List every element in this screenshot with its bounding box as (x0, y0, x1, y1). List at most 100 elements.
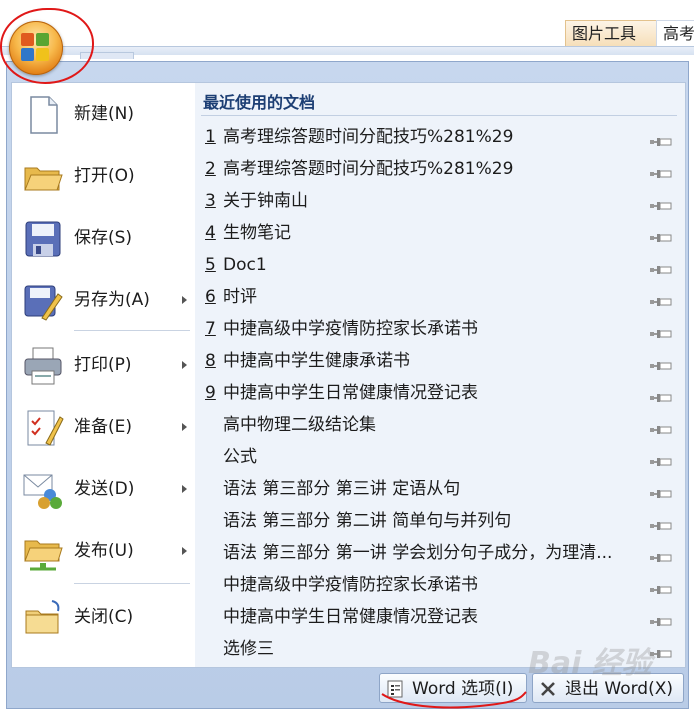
new-document-icon (22, 94, 64, 136)
document-name: 关于钟南山 (223, 191, 308, 211)
pin-icon[interactable] (649, 132, 673, 146)
recent-document-item[interactable]: 5 Doc1 (195, 249, 685, 281)
pin-icon[interactable] (649, 580, 673, 594)
command-open-folder[interactable]: 打开(O) (12, 147, 195, 205)
office-menu: 新建(N) 打开(O) 保存(S) 另存为(A) 打印(P) 准备(E) 发送(D) 发布(U… (6, 61, 689, 709)
separator (74, 583, 190, 584)
send-icon (22, 469, 64, 511)
recent-document-item[interactable]: 9 中捷高中学生日常健康情况登记表 (195, 377, 685, 409)
recent-document-item[interactable]: 中捷高级中学疫情防控家长承诺书 (195, 569, 685, 601)
document-name: 中捷高级中学疫情防控家长承诺书 (223, 575, 478, 595)
document-number: 3 (205, 191, 216, 211)
recent-document-item[interactable]: 高中物理二级结论集 (195, 409, 685, 441)
pin-icon[interactable] (649, 420, 673, 434)
document-number: 8 (205, 351, 216, 371)
recent-document-item[interactable]: 语法 第三部分 第一讲 学会划分句子成分，为理清... (195, 537, 685, 569)
pin-icon[interactable] (649, 324, 673, 338)
command-label: 保存(S) (74, 228, 133, 248)
recent-document-item[interactable]: 公式 (195, 441, 685, 473)
command-label: 打印(P) (74, 355, 132, 375)
recent-document-item[interactable]: 4 生物笔记 (195, 217, 685, 249)
command-new-document[interactable]: 新建(N) (12, 85, 195, 143)
command-label: 关闭(C) (74, 607, 134, 627)
document-number: 6 (205, 287, 216, 307)
command-label: 打开(O) (74, 166, 135, 186)
open-folder-icon (22, 156, 64, 198)
pin-icon[interactable] (649, 612, 673, 626)
submenu-arrow-icon (182, 485, 187, 493)
document-name: Doc1 (223, 255, 267, 275)
document-name: 高中物理二级结论集 (223, 415, 376, 435)
command-save-as[interactable]: 另存为(A) (12, 271, 195, 329)
command-close-folder[interactable]: 关闭(C) (12, 588, 195, 646)
pin-icon[interactable] (649, 452, 673, 466)
prepare-check-icon (22, 407, 64, 449)
recent-document-item[interactable]: 1 高考理综答题时间分配技巧%281%29 (195, 121, 685, 153)
recent-document-item[interactable]: 6 时评 (195, 281, 685, 313)
command-label: 发送(D) (74, 479, 135, 499)
printer-icon (22, 345, 64, 387)
command-label: 发布(U) (74, 541, 134, 561)
pin-icon[interactable] (649, 548, 673, 562)
recent-document-item[interactable]: 语法 第三部分 第二讲 简单句与并列句 (195, 505, 685, 537)
close-folder-icon (22, 597, 64, 639)
document-name: 高考理综答题时间分配技巧%281%29 (223, 127, 514, 147)
command-save-disk[interactable]: 保存(S) (12, 209, 195, 267)
pin-icon[interactable] (649, 356, 673, 370)
submenu-arrow-icon (182, 296, 187, 304)
divider (201, 115, 677, 116)
document-number: 7 (205, 319, 216, 339)
submenu-arrow-icon (182, 423, 187, 431)
document-number: 5 (205, 255, 216, 275)
command-send[interactable]: 发送(D) (12, 460, 195, 518)
pin-icon[interactable] (649, 228, 673, 242)
pin-icon[interactable] (649, 260, 673, 274)
recent-documents-pane: 最近使用的文档 1 高考理综答题时间分配技巧%281%29 2 高考理综答题时间分配技… (195, 82, 686, 668)
recent-document-item[interactable]: 2 高考理综答题时间分配技巧%281%29 (195, 153, 685, 185)
pin-icon[interactable] (649, 516, 673, 530)
pin-icon[interactable] (649, 196, 673, 210)
separator (74, 330, 190, 331)
command-label: 新建(N) (74, 104, 134, 124)
command-list: 新建(N) 打开(O) 保存(S) 另存为(A) 打印(P) 准备(E) 发送(D) 发布(U… (11, 82, 196, 668)
document-number: 4 (205, 223, 216, 243)
recent-document-item[interactable]: 语法 第三部分 第三讲 定语从句 (195, 473, 685, 505)
document-name: 中捷高中学生健康承诺书 (223, 351, 410, 371)
close-icon (541, 682, 555, 696)
command-publish[interactable]: 发布(U) (12, 522, 195, 580)
document-name: 时评 (223, 287, 257, 307)
document-name: 高考理综答题时间分配技巧%281%29 (223, 159, 514, 179)
document-number: 1 (205, 127, 216, 147)
pin-icon[interactable] (649, 388, 673, 402)
document-number: 9 (205, 383, 216, 403)
submenu-arrow-icon (182, 361, 187, 369)
document-name: 语法 第三部分 第一讲 学会划分句子成分，为理清... (223, 543, 613, 563)
save-disk-icon (22, 218, 64, 260)
tab-picture-tools[interactable]: 图片工具 (565, 20, 659, 47)
pin-icon[interactable] (649, 644, 673, 658)
pin-icon[interactable] (649, 292, 673, 306)
submenu-arrow-icon (182, 547, 187, 555)
command-printer[interactable]: 打印(P) (12, 336, 195, 394)
recent-document-item[interactable]: 7 中捷高级中学疫情防控家长承诺书 (195, 313, 685, 345)
document-name: 中捷高中学生日常健康情况登记表 (223, 607, 478, 627)
command-label: 准备(E) (74, 417, 133, 437)
red-annotation-underline (381, 691, 527, 709)
recent-documents-title: 最近使用的文档 (203, 93, 316, 112)
document-number: 2 (205, 159, 216, 179)
command-prepare-check[interactable]: 准备(E) (12, 398, 195, 456)
document-name: 中捷高级中学疫情防控家长承诺书 (223, 319, 478, 339)
ribbon-top: 图片工具 高考 (0, 0, 694, 48)
pin-icon[interactable] (649, 164, 673, 178)
command-label: 另存为(A) (74, 290, 150, 310)
pin-icon[interactable] (649, 484, 673, 498)
publish-icon (22, 531, 64, 573)
recent-document-item[interactable]: 8 中捷高中学生健康承诺书 (195, 345, 685, 377)
tab-gaokao[interactable]: 高考 (656, 20, 694, 47)
document-name: 语法 第三部分 第三讲 定语从句 (223, 479, 461, 499)
document-name: 选修三 (223, 639, 274, 659)
recent-document-item[interactable]: 3 关于钟南山 (195, 185, 685, 217)
recent-document-item[interactable]: 中捷高中学生日常健康情况登记表 (195, 601, 685, 633)
document-name: 语法 第三部分 第二讲 简单句与并列句 (223, 511, 512, 531)
save-as-icon (22, 280, 64, 322)
